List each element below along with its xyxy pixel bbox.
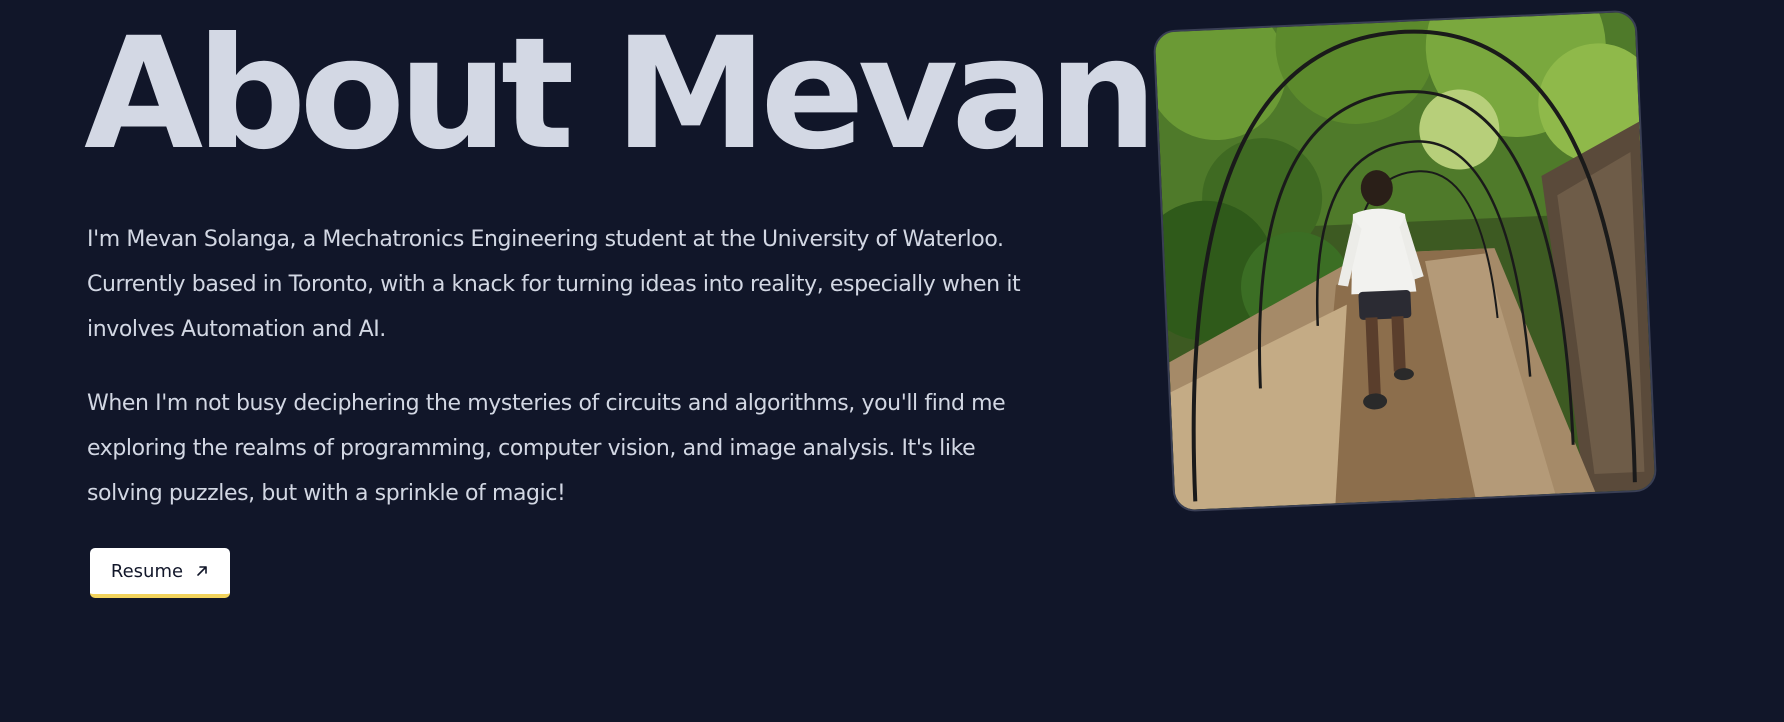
photo-illustration — [1154, 11, 1656, 511]
arrow-up-right-icon — [197, 566, 207, 576]
portrait-photo — [1152, 9, 1658, 513]
intro-paragraph: I'm Mevan Solanga, a Mechatronics Engine… — [87, 227, 1021, 342]
about-section: About Mevan I'm Mevan Solanga, a Mechatr… — [0, 0, 1784, 722]
resume-button-label: Resume — [110, 560, 184, 582]
hobbies-paragraph: When I'm not busy deciphering the myster… — [87, 391, 1006, 506]
page-title: About Mevan — [84, 5, 1158, 184]
resume-button[interactable]: Resume — [90, 548, 230, 598]
